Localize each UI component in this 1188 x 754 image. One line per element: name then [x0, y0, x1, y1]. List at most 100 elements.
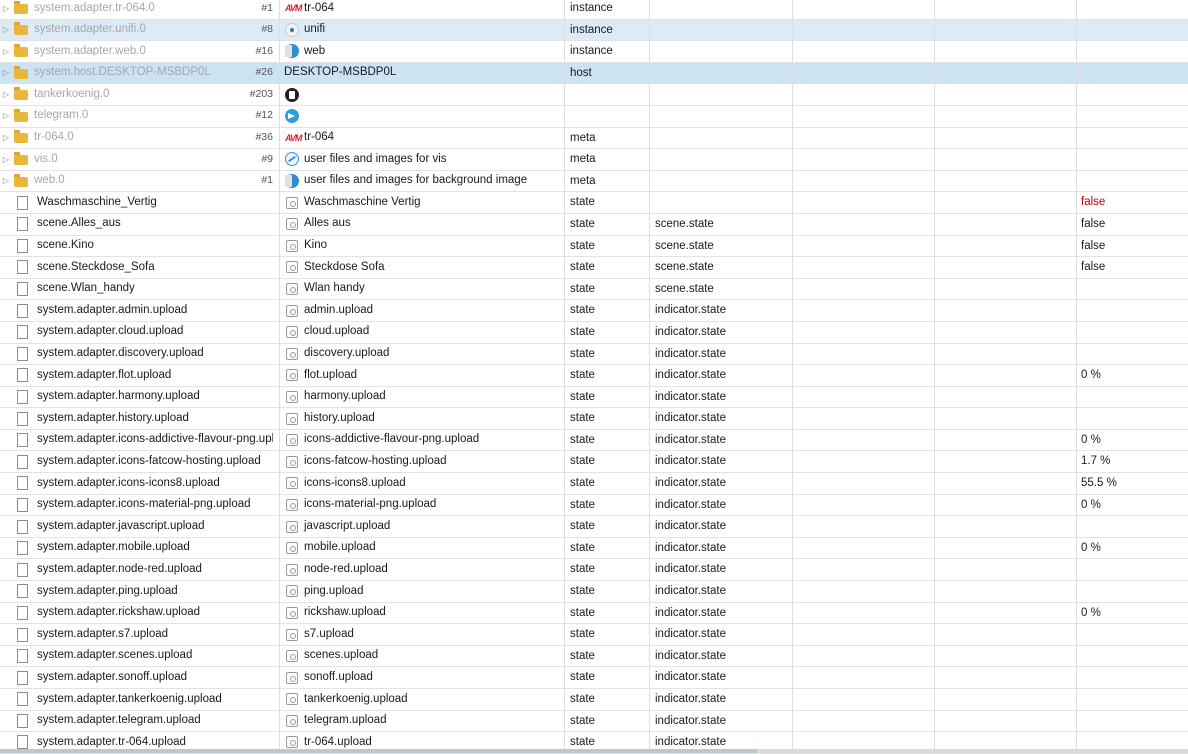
id-cell[interactable]: system.adapter.flot.upload [0, 365, 280, 386]
function-cell[interactable] [935, 645, 1077, 667]
id-cell[interactable]: system.adapter.scenes.upload [0, 645, 280, 667]
table-row[interactable]: system.adapter.history.upload history.upl… [0, 408, 1188, 430]
object-value[interactable] [1077, 711, 1188, 732]
table-row[interactable]: system.adapter.rickshaw.upload rickshaw.u… [0, 602, 1188, 625]
id-cell[interactable]: Waschmaschine_Vertig [0, 192, 280, 213]
id-cell[interactable]: scene.Wlan_handy [0, 278, 280, 300]
table-row[interactable]: ▷ tankerkoenig.0 #203 [0, 84, 1188, 106]
object-value[interactable] [1077, 41, 1188, 62]
expand-arrow-icon[interactable]: ▷ [0, 106, 12, 127]
id-cell[interactable]: system.adapter.history.upload [0, 408, 280, 429]
room-cell[interactable] [793, 105, 935, 127]
object-value[interactable] [1077, 387, 1188, 408]
table-row[interactable]: system.adapter.harmony.upload harmony.upl… [0, 386, 1188, 409]
object-value[interactable] [1077, 106, 1188, 127]
id-cell[interactable]: system.adapter.discovery.upload [0, 343, 280, 365]
function-cell[interactable] [935, 0, 1077, 19]
room-cell[interactable] [793, 149, 935, 170]
function-cell[interactable] [935, 105, 1077, 127]
id-cell[interactable]: ▷ system.adapter.tr-064.0 #1 [0, 0, 280, 19]
room-cell[interactable] [793, 386, 935, 408]
table-row[interactable]: scene.Kino Kino state scene.state false [0, 235, 1188, 258]
table-row[interactable]: system.adapter.discovery.upload discovery… [0, 343, 1188, 366]
function-cell[interactable] [935, 602, 1077, 624]
function-cell[interactable] [935, 257, 1077, 278]
room-cell[interactable] [793, 689, 935, 710]
object-value[interactable] [1077, 646, 1188, 667]
room-cell[interactable] [793, 235, 935, 257]
expand-arrow-icon[interactable]: ▷ [0, 171, 12, 192]
object-value[interactable]: false [1077, 236, 1188, 257]
table-row[interactable]: scene.Alles_aus Alles aus state scene.state… [0, 213, 1188, 236]
room-cell[interactable] [793, 473, 935, 494]
room-cell[interactable] [793, 257, 935, 278]
id-cell[interactable]: ▷ system.adapter.unifi.0 #8 [0, 19, 280, 41]
object-value[interactable] [1077, 408, 1188, 429]
function-cell[interactable] [935, 473, 1077, 494]
function-cell[interactable] [935, 516, 1077, 537]
object-value[interactable] [1077, 689, 1188, 710]
table-row[interactable]: system.adapter.cloud.upload cloud.upload s… [0, 321, 1188, 344]
id-cell[interactable]: system.adapter.icons-addictive-flavour-p… [0, 429, 280, 451]
table-row[interactable]: ▷ vis.0 #9 user files and images for vis met… [0, 149, 1188, 171]
id-cell[interactable]: system.adapter.tankerkoenig.upload [0, 689, 280, 710]
room-cell[interactable] [793, 84, 935, 105]
object-value[interactable] [1077, 84, 1188, 105]
room-cell[interactable] [793, 559, 935, 581]
object-value[interactable] [1077, 20, 1188, 41]
function-cell[interactable] [935, 343, 1077, 365]
table-row[interactable]: ▷ tr-064.0 #36 AVM tr-064 meta [0, 127, 1188, 150]
function-cell[interactable] [935, 62, 1077, 84]
room-cell[interactable] [793, 278, 935, 300]
table-row[interactable]: system.adapter.icons-material-png.upload… [0, 494, 1188, 517]
function-cell[interactable] [935, 429, 1077, 451]
id-cell[interactable]: scene.Steckdose_Sofa [0, 257, 280, 278]
table-row[interactable]: ▷ telegram.0 #12 [0, 105, 1188, 128]
object-value[interactable]: false [1077, 192, 1188, 213]
room-cell[interactable] [793, 41, 935, 62]
expand-arrow-icon[interactable]: ▷ [0, 128, 12, 149]
table-row[interactable]: Waschmaschine_Vertig Waschmaschine Vertig… [0, 192, 1188, 214]
id-cell[interactable]: scene.Kino [0, 235, 280, 257]
id-cell[interactable]: ▷ system.host.DESKTOP-MSBDP0L #26 [0, 62, 280, 84]
table-row[interactable]: system.adapter.mobile.upload mobile.uploa… [0, 537, 1188, 560]
function-cell[interactable] [935, 127, 1077, 149]
object-value[interactable] [1077, 149, 1188, 170]
room-cell[interactable] [793, 365, 935, 386]
function-cell[interactable] [935, 19, 1077, 41]
table-row[interactable]: ▷ system.host.DESKTOP-MSBDP0L #26 DESKTOP-M… [0, 62, 1188, 85]
id-cell[interactable]: system.adapter.harmony.upload [0, 386, 280, 408]
room-cell[interactable] [793, 516, 935, 537]
horizontal-scrollbar[interactable] [0, 749, 1188, 753]
object-value[interactable] [1077, 559, 1188, 580]
object-value[interactable] [1077, 322, 1188, 343]
scrollbar-track[interactable] [757, 749, 1188, 753]
function-cell[interactable] [935, 667, 1077, 688]
id-cell[interactable]: system.adapter.icons-material-png.upload [0, 494, 280, 516]
table-row[interactable]: system.adapter.s7.upload s7.upload state in… [0, 624, 1188, 646]
object-value[interactable] [1077, 624, 1188, 645]
table-row[interactable]: system.adapter.icons-addictive-flavour-p… [0, 429, 1188, 452]
room-cell[interactable] [793, 537, 935, 559]
id-cell[interactable]: scene.Alles_aus [0, 213, 280, 235]
expand-arrow-icon[interactable]: ▷ [0, 20, 12, 41]
function-cell[interactable] [935, 41, 1077, 62]
scrollbar-thumb[interactable] [0, 749, 757, 753]
table-row[interactable]: ▷ system.adapter.tr-064.0 #1 AVM tr-064 insta… [0, 0, 1188, 20]
room-cell[interactable] [793, 0, 935, 19]
function-cell[interactable] [935, 192, 1077, 213]
object-value[interactable] [1077, 581, 1188, 602]
room-cell[interactable] [793, 645, 935, 667]
table-row[interactable]: system.adapter.telegram.upload telegram.u… [0, 710, 1188, 733]
table-row[interactable]: ▷ system.adapter.unifi.0 #8 unifi instance [0, 19, 1188, 42]
room-cell[interactable] [793, 127, 935, 149]
table-row[interactable]: system.adapter.icons-icons8.upload icons-… [0, 473, 1188, 495]
function-cell[interactable] [935, 408, 1077, 429]
table-row[interactable]: ▷ system.adapter.web.0 #16 web instance [0, 41, 1188, 63]
id-cell[interactable]: ▷ tr-064.0 #36 [0, 127, 280, 149]
function-cell[interactable] [935, 213, 1077, 235]
function-cell[interactable] [935, 365, 1077, 386]
object-value[interactable]: false [1077, 214, 1188, 235]
expand-arrow-icon[interactable]: ▷ [0, 149, 12, 170]
id-cell[interactable]: ▷ vis.0 #9 [0, 149, 280, 170]
